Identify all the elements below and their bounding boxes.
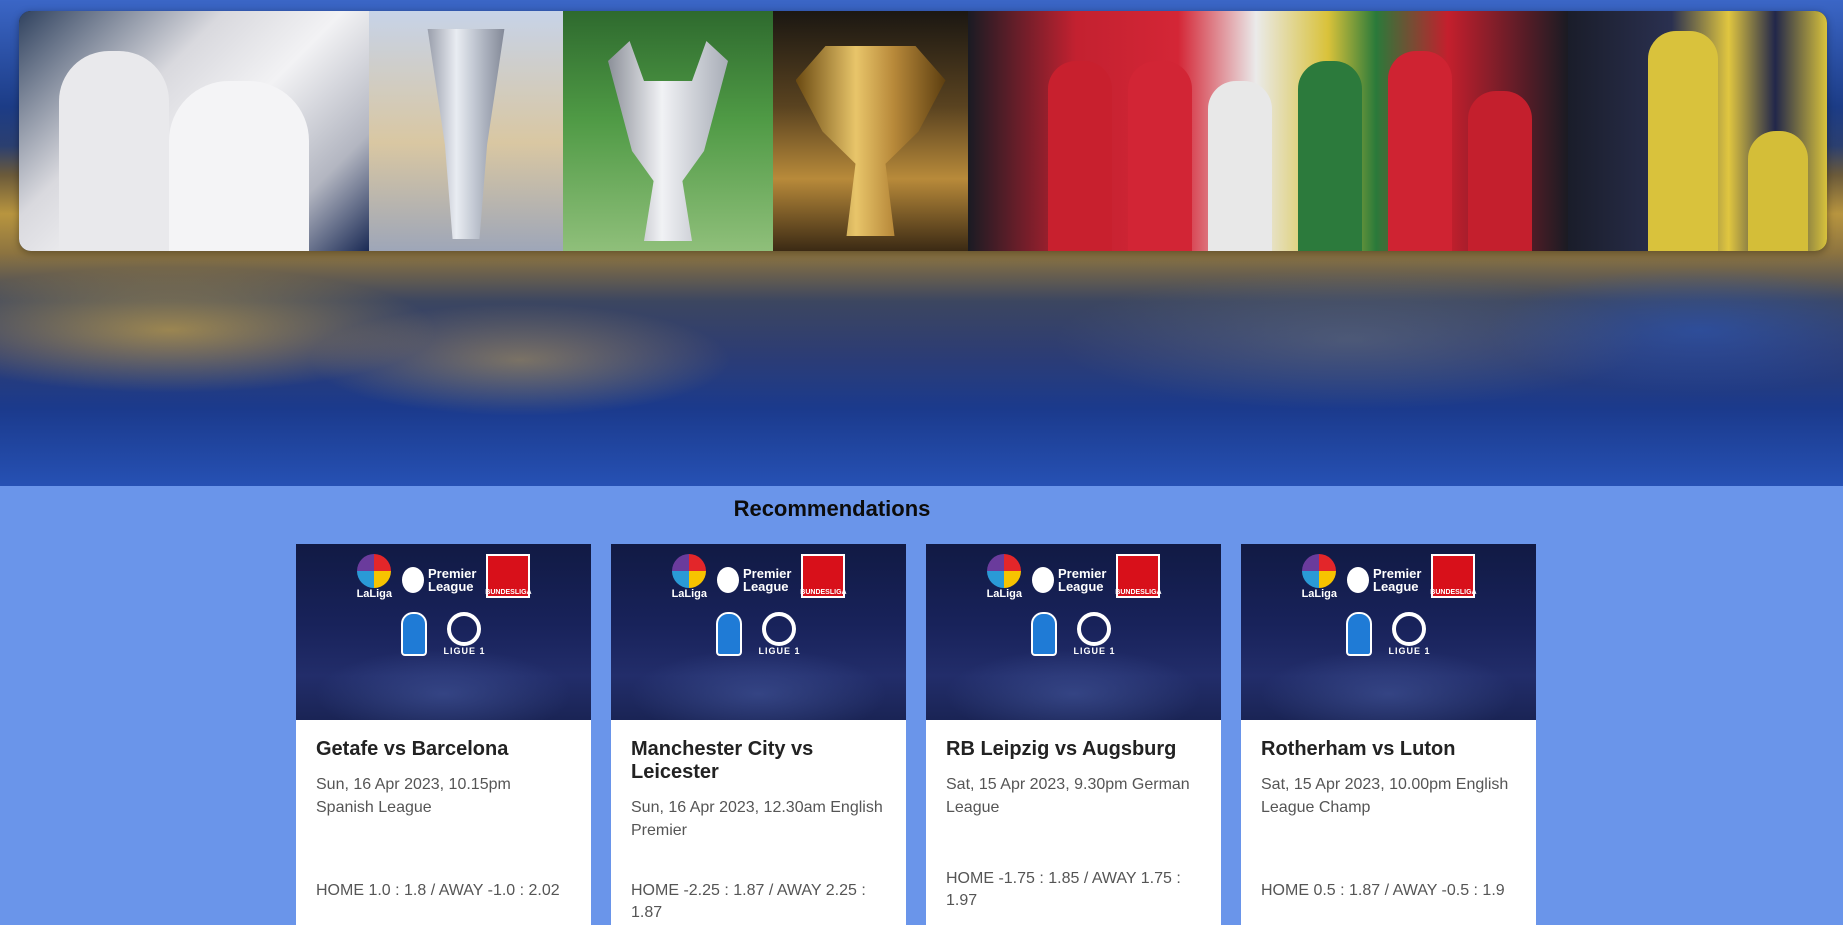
match-odds: HOME -1.75 : 1.85 / AWAY 1.75 : 1.97 [946, 870, 1181, 909]
match-card[interactable]: LaLiga Premier League BUNDESLIGA LIGUE 1 … [296, 544, 591, 925]
match-odds: HOME 1.0 : 1.8 / AWAY -1.0 : 2.02 [316, 882, 560, 899]
match-card[interactable]: LaLiga Premier League BUNDESLIGA LIGUE 1 … [611, 544, 906, 925]
ligue1-logo-icon: LIGUE 1 [443, 612, 485, 656]
serie-a-logo-icon [716, 612, 743, 656]
player-figure [1128, 61, 1192, 251]
player-figure [1748, 131, 1808, 251]
recommendation-list: LaLiga Premier League BUNDESLIGA LIGUE 1 … [296, 544, 1536, 925]
match-title: Rotherham vs Luton [1261, 738, 1456, 760]
laliga-logo-icon: LaLiga [672, 554, 707, 600]
ligue1-logo-icon: LIGUE 1 [758, 612, 800, 656]
match-datetime-league: Sun, 16 Apr 2023, 10.15pm Spanish League [316, 776, 511, 816]
match-title: Manchester City vs Leicester [631, 738, 814, 783]
premier-league-logo-icon: Premier League [1347, 560, 1421, 600]
premier-league-logo-icon: Premier League [717, 560, 791, 600]
banner-photo-team [968, 11, 1568, 251]
match-card[interactable]: LaLiga Premier League BUNDESLIGA LIGUE 1 … [926, 544, 1221, 925]
match-datetime-league: Sat, 15 Apr 2023, 10.00pm English League… [1261, 776, 1509, 816]
player-figure [1648, 31, 1718, 251]
laliga-logo-icon: LaLiga [357, 554, 392, 600]
banner-trophy-europa [369, 11, 563, 251]
bundesliga-logo-icon: BUNDESLIGA [1115, 554, 1162, 598]
player-figure [1468, 91, 1532, 251]
banner-photo-player [1568, 11, 1827, 251]
match-card[interactable]: LaLiga Premier League BUNDESLIGA LIGUE 1 … [1241, 544, 1536, 925]
banner-photo-celebration [19, 11, 369, 251]
match-odds: HOME -2.25 : 1.87 / AWAY 2.25 : 1.87 [631, 882, 866, 921]
premier-league-logo-icon: Premier League [1032, 560, 1106, 600]
player-figure [1388, 51, 1452, 251]
match-title: Getafe vs Barcelona [316, 738, 509, 760]
match-datetime-league: Sat, 15 Apr 2023, 9.30pm German League [946, 776, 1190, 816]
player-figure [1298, 61, 1362, 251]
ligue1-logo-icon: LIGUE 1 [1073, 612, 1115, 656]
bundesliga-logo-icon: BUNDESLIGA [485, 554, 532, 598]
trophy-icon [795, 46, 946, 236]
bundesliga-logo-icon: BUNDESLIGA [800, 554, 847, 598]
match-title: RB Leipzig vs Augsburg [946, 738, 1177, 760]
trophy-icon [608, 41, 728, 241]
player-figure [59, 51, 169, 251]
banner-trophy-gold [773, 11, 968, 251]
bundesliga-logo-icon: BUNDESLIGA [1430, 554, 1477, 598]
match-datetime-league: Sun, 16 Apr 2023, 12.30am English Premie… [631, 799, 883, 839]
serie-a-logo-icon [1346, 612, 1373, 656]
player-figure [169, 81, 309, 251]
player-figure [1048, 61, 1112, 251]
player-figure [1208, 81, 1272, 251]
laliga-logo-icon: LaLiga [1302, 554, 1337, 600]
card-image-leagues: LaLiga Premier League BUNDESLIGA LIGUE 1 [1241, 544, 1536, 720]
banner-trophy-champions-league [563, 11, 773, 251]
serie-a-logo-icon [1031, 612, 1058, 656]
card-image-leagues: LaLiga Premier League BUNDESLIGA LIGUE 1 [296, 544, 591, 720]
photo-banner [19, 11, 1827, 251]
serie-a-logo-icon [401, 612, 428, 656]
match-odds: HOME 0.5 : 1.87 / AWAY -0.5 : 1.9 [1261, 882, 1505, 899]
trophy-icon [427, 29, 505, 239]
card-image-leagues: LaLiga Premier League BUNDESLIGA LIGUE 1 [926, 544, 1221, 720]
card-image-leagues: LaLiga Premier League BUNDESLIGA LIGUE 1 [611, 544, 906, 720]
premier-league-logo-icon: Premier League [402, 560, 476, 600]
laliga-logo-icon: LaLiga [987, 554, 1022, 600]
section-title: Recommendations [733, 496, 931, 521]
ligue1-logo-icon: LIGUE 1 [1388, 612, 1430, 656]
